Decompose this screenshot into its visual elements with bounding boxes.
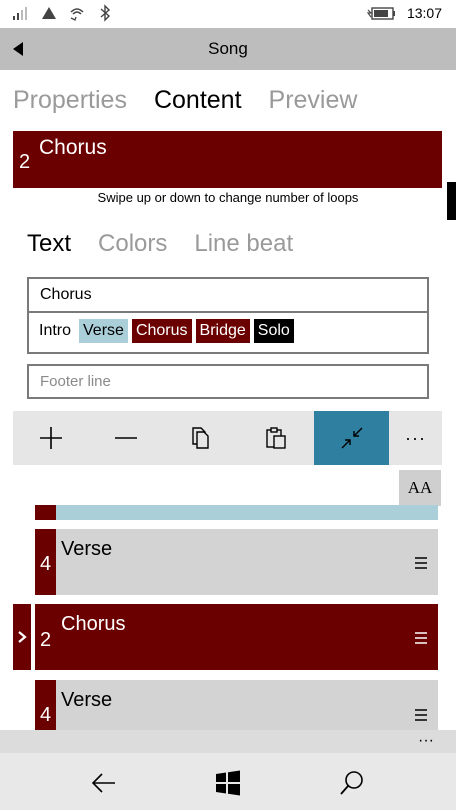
loop-part-name: Chorus	[39, 136, 107, 159]
chevron-right-icon	[18, 631, 27, 643]
battery-charging-icon	[366, 7, 395, 20]
pivot-tabs: Properties Content Preview	[13, 86, 357, 115]
tab-properties[interactable]: Properties	[13, 86, 127, 115]
status-left	[12, 4, 114, 22]
chip-solo[interactable]: Solo	[253, 319, 294, 343]
app-bar-more-icon[interactable]: ···	[418, 733, 438, 749]
part-text-editor[interactable]: Chorus Intro Verse Chorus Bridge Solo	[27, 277, 429, 354]
part-item[interactable]: 4 Verse	[35, 529, 438, 595]
drag-handle-icon[interactable]	[414, 708, 428, 722]
wifi-call-icon	[70, 8, 84, 21]
tab-content[interactable]: Content	[154, 86, 242, 115]
loop-count: 2	[19, 151, 31, 173]
more-icon: ···	[405, 427, 426, 448]
part-label: Chorus	[61, 613, 126, 635]
part-item-selected[interactable]: 2 Chorus	[35, 604, 438, 670]
status-bar: 13:07	[0, 0, 456, 28]
footer-line-input[interactable]: Footer line	[27, 364, 429, 399]
status-right: 13:07	[366, 4, 442, 22]
tab-colors[interactable]: Colors	[98, 230, 167, 258]
part-item[interactable]: 4 Verse	[35, 680, 438, 730]
back-icon[interactable]	[90, 769, 118, 797]
drag-handle-icon[interactable]	[414, 556, 428, 570]
copy-icon	[191, 427, 209, 449]
page-title: Song	[208, 39, 248, 58]
remove-icon	[114, 437, 137, 439]
add-icon	[39, 427, 62, 449]
part-loop-count: 4	[40, 553, 52, 575]
side-scroll-marker	[447, 182, 456, 220]
chip-bridge[interactable]: Bridge	[195, 319, 250, 343]
wifi-strength-icon	[42, 7, 56, 19]
title-bar: Song	[0, 28, 456, 70]
part-loop-count: 4	[40, 704, 52, 726]
font-size-button[interactable]: AA	[399, 470, 441, 506]
sub-tabs: Text Colors Line beat	[27, 230, 293, 258]
system-nav-bar	[0, 753, 456, 810]
part-text-value[interactable]: Chorus	[29, 279, 427, 313]
chip-verse[interactable]: Verse	[79, 319, 128, 343]
bluetooth-icon	[100, 4, 111, 22]
loop-hint: Swipe up or down to change number of loo…	[97, 190, 359, 205]
edit-toolbar: ···	[13, 411, 442, 465]
part-chips: Intro Verse Chorus Bridge Solo	[39, 319, 294, 343]
paste-icon	[265, 427, 286, 449]
part-label: Verse	[61, 689, 113, 711]
copy-button[interactable]	[163, 411, 238, 465]
drag-handle-icon[interactable]	[414, 631, 428, 645]
toolbar-more-button[interactable]: ···	[389, 411, 442, 465]
collapse-icon	[341, 427, 362, 449]
tab-line-beat[interactable]: Line beat	[194, 230, 293, 258]
part-color-bar	[35, 505, 56, 520]
remove-button[interactable]	[88, 411, 163, 465]
search-icon[interactable]	[338, 769, 366, 797]
add-button[interactable]	[13, 411, 88, 465]
collapse-button[interactable]	[314, 411, 389, 465]
tab-preview[interactable]: Preview	[269, 86, 358, 115]
paste-button[interactable]	[238, 411, 313, 465]
loop-selector[interactable]: 2 Chorus	[13, 131, 442, 188]
selected-part-marker	[13, 604, 31, 670]
app-bar: ···	[0, 730, 456, 753]
part-loop-count: 2	[40, 629, 52, 651]
windows-start-icon[interactable]	[214, 769, 242, 797]
chip-chorus[interactable]: Chorus	[131, 319, 192, 343]
signal-icon	[13, 7, 27, 20]
status-time: 13:07	[406, 5, 442, 21]
tab-text[interactable]: Text	[27, 230, 71, 258]
chip-intro[interactable]: Intro	[39, 319, 75, 343]
part-label: Verse	[61, 538, 113, 560]
font-size-icon: AA	[407, 478, 433, 497]
part-item[interactable]	[35, 505, 438, 520]
